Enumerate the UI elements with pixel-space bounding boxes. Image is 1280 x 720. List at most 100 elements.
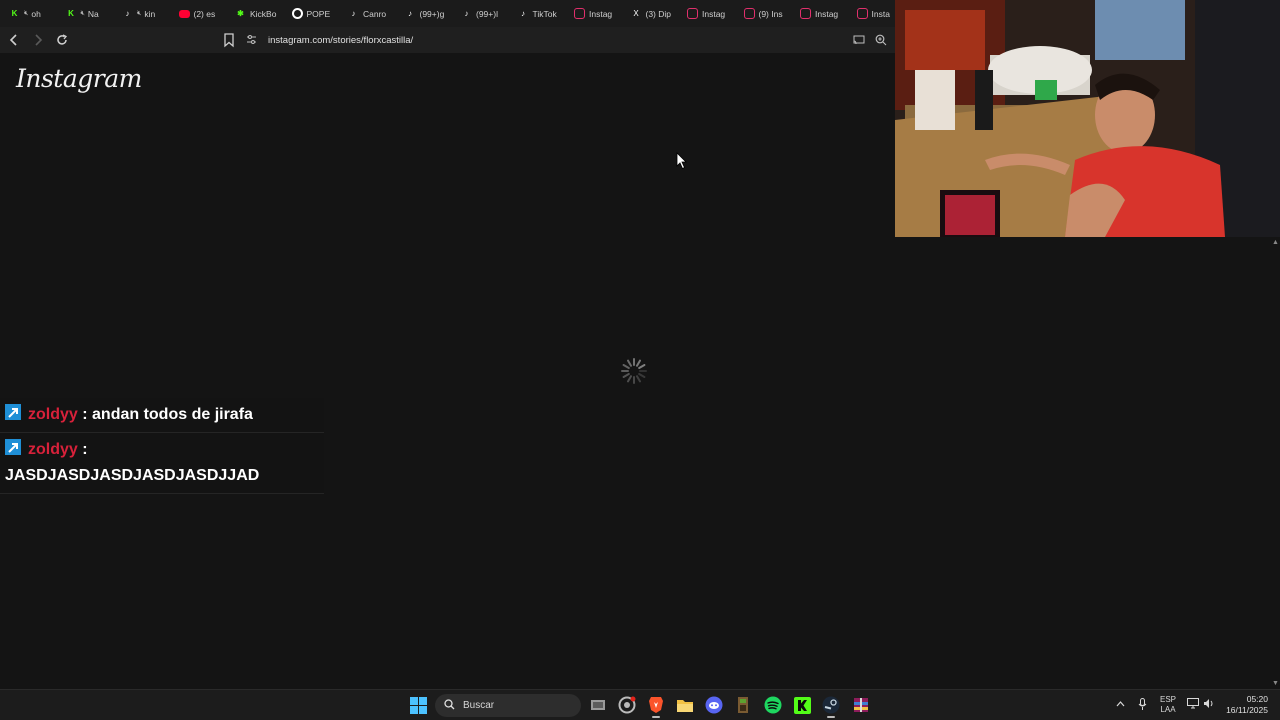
reload-icon [57, 34, 68, 45]
reload-button[interactable] [52, 30, 72, 50]
system-clock[interactable]: 05:20 16/11/2025 [1226, 694, 1268, 716]
browser-tab[interactable]: Instag [682, 0, 739, 27]
kick-icon[interactable] [792, 695, 812, 715]
url-field[interactable]: instagram.com/stories/florxcastilla/ [246, 30, 846, 50]
browser-tab[interactable]: K 🔇︎ oh [4, 0, 61, 27]
zoom-button[interactable] [872, 31, 890, 49]
tab-label: (99+)l [476, 8, 498, 19]
webcam-feed-image [895, 0, 1280, 237]
steam-icon[interactable] [821, 695, 841, 718]
chat-username[interactable]: zoldyy [28, 441, 78, 458]
cast-icon [853, 35, 865, 45]
browser-tab[interactable]: K 🔇︎ Na [61, 0, 118, 27]
zoom-icon [875, 34, 887, 46]
tiktok-icon: ♪ [125, 9, 130, 18]
tab-label: Instag [702, 8, 726, 19]
scroll-down-icon[interactable]: ▼ [1272, 680, 1279, 687]
tiktok-icon: ♪ [408, 9, 412, 18]
webcam-overlay [895, 0, 1280, 237]
minecraft-launcher-icon[interactable] [733, 695, 753, 715]
tab-label: KickBo [250, 8, 277, 19]
page-scrollbar[interactable]: ▲ ▼ [1270, 237, 1280, 689]
tab-label: POPE [306, 8, 331, 19]
instagram-icon [687, 8, 698, 19]
chat-username[interactable]: zoldyy [28, 406, 78, 423]
spotify-icon[interactable] [763, 695, 783, 715]
browser-tab[interactable]: ♪ (99+)g [400, 0, 457, 27]
browser-tab[interactable]: (2) es [174, 0, 231, 27]
bookmark-button[interactable] [222, 31, 236, 49]
stream-chat-overlay: zoldyy : andan todos de jirafa zoldyy : J… [0, 398, 324, 494]
browser-tab[interactable]: Instag [795, 0, 852, 27]
instagram-icon [856, 8, 868, 19]
language-indicator[interactable]: ESP LAA [1160, 695, 1176, 715]
tab-label: (3) Dip [645, 8, 672, 19]
show-hidden-icons-chevron-icon[interactable] [1116, 699, 1125, 709]
browser-tab[interactable]: ♪ TikTok [513, 0, 570, 27]
google-icon [291, 8, 303, 19]
tab-label: (99+)g [419, 8, 445, 19]
brave-icon[interactable] [646, 695, 666, 718]
tab-label: Insta [871, 8, 890, 19]
language-code: ESP [1160, 695, 1177, 704]
taskbar-search[interactable]: Buscar [435, 694, 581, 717]
chat-text: andan todos de jirafa [92, 406, 253, 423]
windows-start-icon[interactable] [410, 697, 427, 714]
chrome-canary-icon[interactable] [617, 695, 637, 715]
forward-button[interactable] [28, 30, 48, 50]
volume-icon[interactable] [1203, 698, 1215, 711]
browser-tab[interactable]: ♪ Canro [343, 0, 400, 27]
tab-label: (9) Ins [758, 8, 783, 19]
chat-message: zoldyy : JASDJASDJASDJASDJASDJJAD [0, 433, 324, 494]
search-placeholder: Buscar [463, 700, 495, 711]
site-settings-icon[interactable] [246, 34, 258, 46]
discord-icon[interactable] [704, 695, 724, 715]
browser-tab[interactable]: ✱ KickBo [230, 0, 287, 27]
windows-taskbar: Buscar ESP LAA 05:20 16/11/2025 [0, 689, 1280, 720]
bookmark-icon [224, 33, 234, 48]
forward-arrow-icon [35, 34, 43, 46]
tiktok-icon: ♪ [464, 9, 469, 18]
instagram-icon [574, 8, 585, 19]
muted-speaker-icon[interactable]: 🔇︎ [137, 10, 141, 18]
browser-tab[interactable]: X (3) Dip [626, 0, 683, 27]
instagram-logo[interactable]: Instagram [16, 64, 142, 93]
chat-message: zoldyy : andan todos de jirafa [0, 398, 324, 433]
x-icon: X [633, 9, 639, 18]
microphone-icon[interactable] [1138, 698, 1147, 713]
chat-separator: : [77, 406, 93, 423]
chat-text: JASDJASDJASDJASDJASDJJAD [5, 467, 260, 484]
winrar-icon[interactable] [851, 695, 871, 715]
tiktok-icon: ♪ [521, 9, 525, 18]
browser-tab[interactable]: Insta [852, 0, 896, 27]
file-explorer-icon[interactable] [675, 695, 695, 715]
browser-tab[interactable]: (9) Ins [739, 0, 796, 27]
scroll-up-icon[interactable]: ▲ [1272, 239, 1279, 246]
network-icon[interactable] [1187, 698, 1199, 711]
back-button[interactable] [4, 30, 24, 50]
instagram-icon [800, 8, 811, 19]
kick-icon: K [68, 9, 74, 18]
tab-label: oh [31, 8, 41, 19]
clock-time: 05:20 [1246, 694, 1268, 704]
muted-speaker-icon[interactable]: 🔇︎ [81, 10, 85, 18]
tiktok-icon: ♪ [351, 9, 356, 18]
tab-label: Canro [363, 8, 387, 19]
browser-tab[interactable]: POPE [287, 0, 344, 27]
tab-strip: K 🔇︎ oh K 🔇︎ Na ♪ 🔇︎ kin (2) es ✱ KickBo POPE ♪ Canro ♪… [0, 0, 895, 27]
subscriber-badge-icon [5, 439, 21, 455]
browser-tab[interactable]: ♪ (99+)l [456, 0, 513, 27]
muted-speaker-icon[interactable]: 🔇︎ [24, 10, 28, 18]
tab-label: Na [87, 8, 99, 19]
search-icon [444, 698, 455, 713]
tab-label: (2) es [193, 8, 216, 19]
cast-button[interactable] [850, 31, 868, 49]
browser-tab[interactable]: Instag [569, 0, 626, 27]
kickbot-icon: ✱ [237, 9, 244, 18]
keyboard-layout: LAA [1160, 705, 1176, 714]
task-view-icon[interactable] [588, 695, 608, 715]
youtube-icon [178, 9, 190, 18]
subscriber-badge-icon [5, 404, 21, 420]
url-text: instagram.com/stories/florxcastilla/ [268, 34, 414, 46]
browser-tab[interactable]: ♪ 🔇︎ kin [117, 0, 174, 27]
